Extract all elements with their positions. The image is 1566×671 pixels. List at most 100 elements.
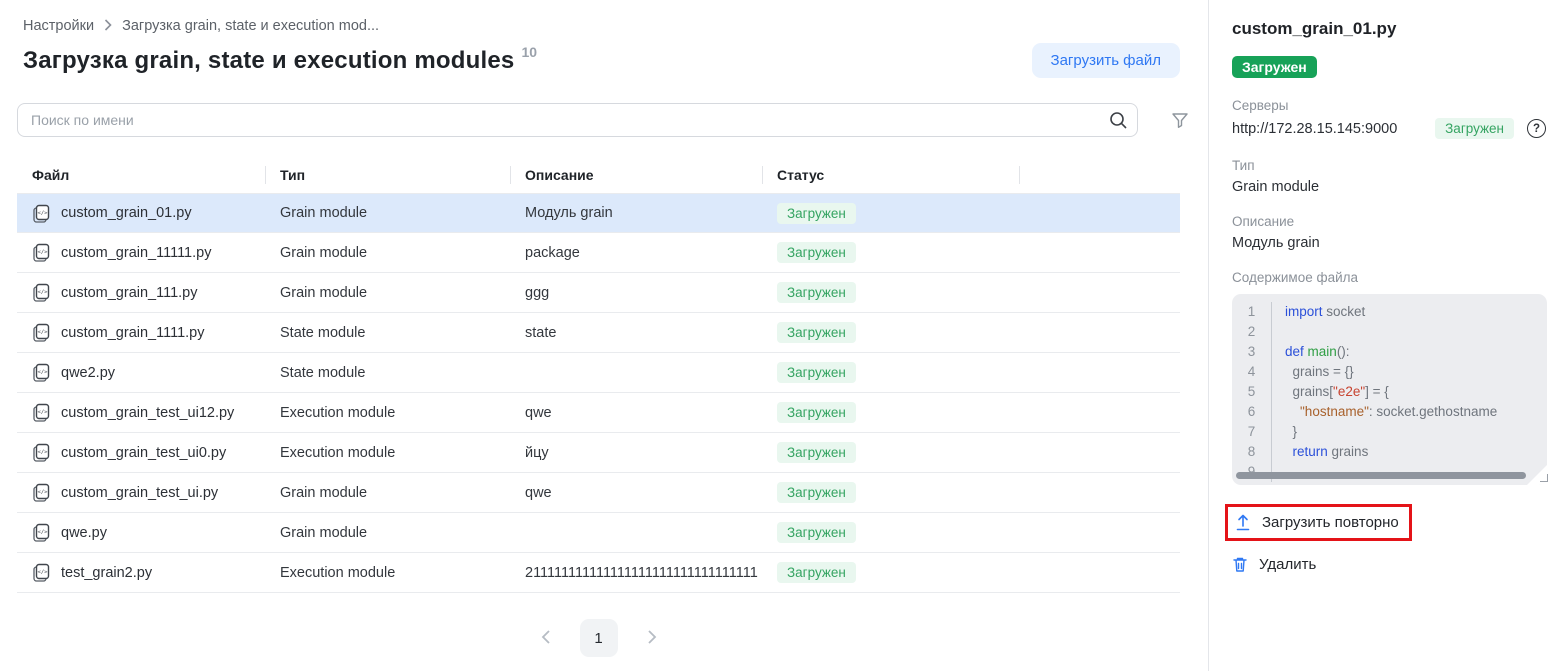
chevron-left-icon[interactable] (536, 625, 556, 652)
table-header: Файл Тип Описание Статус (17, 157, 1180, 193)
file-cell: </> custom_grain_1111.py (17, 323, 265, 342)
status-cell: Загружен (762, 402, 1019, 423)
type-cell: Grain module (265, 525, 510, 541)
upload-file-button[interactable]: Загрузить файл (1032, 43, 1180, 78)
status-cell: Загружен (762, 522, 1019, 543)
column-header-status: Статус (762, 157, 1019, 193)
table-row[interactable]: </> custom_grain_1111.py State module st… (17, 313, 1180, 353)
detail-panel: custom_grain_01.py Загружен Серверы http… (1208, 0, 1566, 671)
line-number: 7 (1232, 422, 1272, 442)
chevron-right-icon[interactable] (642, 625, 662, 652)
delete-button[interactable]: Удалить (1232, 549, 1546, 580)
file-cell: </> custom_grain_111.py (17, 283, 265, 302)
file-cell: </> custom_grain_test_ui.py (17, 483, 265, 502)
description-cell: йцу (510, 445, 762, 461)
line-text: grains["e2e"] = { (1272, 382, 1389, 402)
svg-text:</>: </> (38, 410, 49, 416)
question-circle-icon[interactable]: ? (1527, 119, 1546, 138)
table-row[interactable]: </> custom_grain_11111.py Grain module p… (17, 233, 1180, 273)
line-text: "hostname": socket.gethostname (1272, 402, 1497, 422)
description-cell: Модуль grain (510, 205, 762, 221)
file-code-icon: </> (32, 403, 50, 422)
server-row: http://172.28.15.145:9000 Загружен ? (1232, 118, 1546, 139)
reupload-button[interactable]: Загрузить повторно (1228, 507, 1409, 538)
status-cell: Загружен (762, 442, 1019, 463)
search-input[interactable] (17, 103, 1138, 137)
horizontal-scrollbar[interactable] (1236, 472, 1526, 479)
items-count: 10 (521, 44, 537, 60)
detail-file-title: custom_grain_01.py (1232, 19, 1546, 39)
upload-icon (1235, 514, 1251, 531)
delete-label: Удалить (1259, 556, 1316, 573)
description-cell: ggg (510, 285, 762, 301)
line-number: 6 (1232, 402, 1272, 422)
type-cell: Grain module (265, 485, 510, 501)
breadcrumb-settings[interactable]: Настройки (23, 18, 94, 34)
line-number: 1 (1232, 302, 1272, 322)
table-row[interactable]: </> qwe.py Grain module Загружен (17, 513, 1180, 553)
code-line: 7 } (1232, 422, 1547, 442)
code-line: 2 (1232, 322, 1547, 342)
file-name: custom_grain_1111.py (61, 325, 204, 341)
type-label: Тип (1232, 158, 1546, 173)
file-name: custom_grain_test_ui.py (61, 485, 218, 501)
page-number-button[interactable]: 1 (580, 619, 618, 657)
table-row[interactable]: </> custom_grain_111.py Grain module ggg… (17, 273, 1180, 313)
file-code-icon: </> (32, 204, 50, 223)
svg-text:</>: </> (38, 450, 49, 456)
line-text: return grains (1272, 442, 1368, 462)
status-badge: Загружен (777, 442, 856, 463)
status-badge: Загружен (777, 242, 856, 263)
file-name: custom_grain_test_ui12.py (61, 405, 234, 421)
table-row[interactable]: </> custom_grain_01.py Grain module Моду… (17, 193, 1180, 233)
file-name: qwe2.py (61, 365, 115, 381)
description-cell: 211111111111111111111111111111111 (510, 565, 762, 581)
table-row[interactable]: </> qwe2.py State module Загружен (17, 353, 1180, 393)
search-icon[interactable] (1109, 111, 1128, 130)
file-cell: </> qwe.py (17, 523, 265, 542)
status-cell: Загружен (762, 562, 1019, 583)
breadcrumb-current: Загрузка grain, state и execution mod... (122, 18, 379, 34)
file-code-icon: </> (32, 523, 50, 542)
description-value: Модуль grain (1232, 235, 1546, 251)
file-code-icon: </> (32, 283, 50, 302)
type-cell: Execution module (265, 405, 510, 421)
line-text: import socket (1272, 302, 1365, 322)
file-name: custom_grain_test_ui0.py (61, 445, 226, 461)
status-cell: Загружен (762, 322, 1019, 343)
type-cell: Grain module (265, 285, 510, 301)
page-title: Загрузка grain, state и execution module… (23, 47, 514, 75)
status-cell: Загружен (762, 242, 1019, 263)
line-number: 5 (1232, 382, 1272, 402)
svg-text:</>: </> (38, 570, 49, 576)
status-badge: Загружен (777, 203, 856, 224)
file-name: custom_grain_01.py (61, 205, 192, 221)
line-text: } (1272, 422, 1297, 442)
line-text (1272, 322, 1285, 342)
svg-text:</>: </> (38, 210, 49, 216)
code-line: 8 return grains (1232, 442, 1547, 462)
table-row[interactable]: </> custom_grain_test_ui.py Grain module… (17, 473, 1180, 513)
file-code-icon: </> (32, 363, 50, 382)
type-cell: Grain module (265, 245, 510, 261)
svg-text:</>: </> (38, 490, 49, 496)
servers-label: Серверы (1232, 98, 1546, 113)
code-line: 3 def main(): (1232, 342, 1547, 362)
detail-status-badge: Загружен (1232, 56, 1317, 78)
main-content: Настройки Загрузка grain, state и execut… (0, 0, 1208, 671)
description-cell: qwe (510, 485, 762, 501)
file-cell: </> custom_grain_01.py (17, 204, 265, 223)
funnel-icon[interactable] (1171, 112, 1189, 129)
file-cell: </> custom_grain_11111.py (17, 243, 265, 262)
line-text: grains = {} (1272, 362, 1354, 382)
table-row[interactable]: </> test_grain2.py Execution module 2111… (17, 553, 1180, 593)
file-code-icon: </> (32, 483, 50, 502)
status-cell: Загружен (762, 482, 1019, 503)
table-row[interactable]: </> custom_grain_test_ui12.py Execution … (17, 393, 1180, 433)
file-name: custom_grain_11111.py (61, 245, 211, 261)
resize-grip-icon[interactable] (1540, 474, 1548, 482)
table-row[interactable]: </> custom_grain_test_ui0.py Execution m… (17, 433, 1180, 473)
type-cell: Grain module (265, 205, 510, 221)
file-content-label: Содержимое файла (1232, 270, 1546, 285)
code-viewer[interactable]: 1 import socket 2 3 def main(): 4 grains… (1232, 294, 1547, 485)
